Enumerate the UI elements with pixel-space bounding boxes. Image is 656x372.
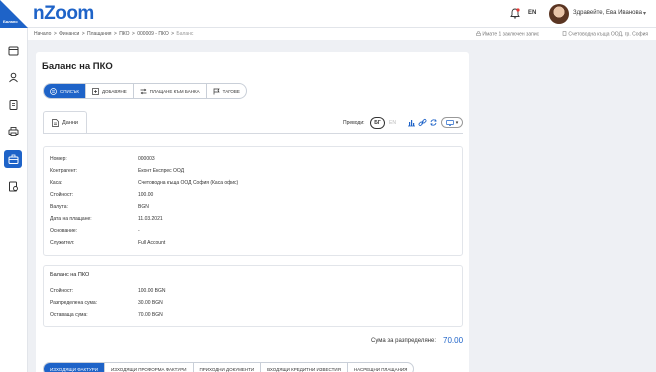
add-icon bbox=[92, 87, 99, 95]
lock-icon bbox=[476, 31, 481, 36]
detail-value: - bbox=[138, 228, 140, 234]
detail-value: 11.03.2021 bbox=[138, 216, 163, 222]
tab-data-label: Данни bbox=[62, 119, 78, 126]
locked-records-info[interactable]: Имате 1 заключен запис bbox=[476, 31, 539, 38]
calendar-icon[interactable] bbox=[6, 43, 20, 57]
breadcrumb-item[interactable]: ПКО bbox=[119, 31, 129, 37]
breadcrumb-item[interactable]: Начало bbox=[34, 31, 51, 37]
report-icon[interactable] bbox=[6, 179, 20, 193]
detail-label: Валута: bbox=[50, 204, 68, 210]
building-icon bbox=[562, 31, 567, 36]
clipboard-icon[interactable] bbox=[6, 97, 20, 111]
tab-outgoing-proforma-invoices[interactable]: ИЗХОДЯЩИ ПРОФОРМА ФАКТУРИ bbox=[105, 363, 194, 372]
breadcrumb-separator: > bbox=[113, 31, 117, 37]
breadcrumb: Начало > Финанси > Плащания > ПКО > 0000… bbox=[34, 31, 193, 37]
chevron-down-icon: ▾ bbox=[455, 119, 459, 126]
breadcrumb-separator: > bbox=[131, 31, 135, 37]
bank-transfer-icon bbox=[140, 88, 147, 94]
display-options-button[interactable]: ▾ bbox=[441, 117, 463, 128]
detail-label: Дата на плащане: bbox=[50, 216, 92, 222]
tab-data[interactable]: Данни bbox=[43, 111, 87, 133]
printer-icon[interactable] bbox=[6, 124, 20, 138]
details-box bbox=[43, 146, 463, 256]
list-icon bbox=[50, 87, 57, 95]
tags-button-label: ТАГОВЕ bbox=[222, 88, 240, 94]
cashbox-icon[interactable] bbox=[4, 150, 22, 168]
action-button-group: СПИСЪК ДОБАВЯНЕ ПЛАЩАНЕ КЪМ БАНКА ТАГОВЕ bbox=[43, 83, 247, 99]
detail-label: Основание: bbox=[50, 228, 78, 234]
breadcrumb-item[interactable]: 000009 - ПКО bbox=[137, 31, 168, 37]
chevron-down-icon[interactable]: ▾ bbox=[643, 10, 646, 17]
balance-title: Баланс на ПКО bbox=[50, 272, 90, 278]
breadcrumb-separator: > bbox=[53, 31, 57, 37]
detail-value: BGN bbox=[138, 204, 149, 210]
detail-label: Служител: bbox=[50, 240, 75, 246]
balance-value: 70.00 BGN bbox=[138, 312, 163, 318]
detail-label: Номер: bbox=[50, 156, 67, 162]
chart-icon[interactable] bbox=[407, 118, 416, 127]
page-title: Баланс на ПКО bbox=[42, 61, 113, 72]
amount-to-distribute-value: 70.00 bbox=[443, 336, 464, 345]
sync-icon[interactable] bbox=[429, 118, 438, 127]
translation-bg-button[interactable]: БГ bbox=[370, 117, 385, 129]
translation-en-button[interactable]: EN bbox=[389, 120, 396, 126]
document-icon bbox=[52, 118, 59, 127]
add-button[interactable]: ДОБАВЯНЕ bbox=[86, 84, 134, 98]
corner-badge: Балано bbox=[0, 0, 28, 28]
detail-value: Счетоводна къща ООД София (Каса офис) bbox=[138, 180, 239, 186]
detail-value: Full Account bbox=[138, 240, 166, 246]
list-button[interactable]: СПИСЪК bbox=[44, 84, 86, 98]
detail-value: 000003 bbox=[138, 156, 155, 162]
breadcrumb-item[interactable]: Плащания bbox=[87, 31, 111, 37]
bank-payment-button[interactable]: ПЛАЩАНЕ КЪМ БАНКА bbox=[134, 84, 207, 98]
tab-counter-payments[interactable]: НАСРЕЩНИ ПЛАЩАНИЯ bbox=[348, 363, 414, 372]
balance-box bbox=[43, 265, 463, 327]
detail-label: Стойност: bbox=[50, 192, 74, 198]
tab-incoming-credit-notes[interactable]: ВХОДЯЩИ КРЕДИТНИ ИЗВЕСТИЯ bbox=[261, 363, 348, 372]
company-info: Счетоводна къща ООД, гр. София bbox=[562, 31, 648, 38]
tab-divider bbox=[43, 133, 463, 134]
company-text: Счетоводна къща ООД, гр. София bbox=[568, 31, 649, 38]
bell-icon[interactable] bbox=[510, 8, 520, 19]
balance-label: Разпределена сума: bbox=[50, 300, 98, 306]
app-logo[interactable]: nZoom bbox=[33, 3, 94, 25]
tab-income-documents[interactable]: ПРИХОДНИ ДОКУМЕНТИ bbox=[194, 363, 262, 372]
detail-value: 100.00 bbox=[138, 192, 154, 198]
flag-icon bbox=[213, 88, 220, 94]
translations-label: Преводи: bbox=[343, 120, 365, 126]
language-switch[interactable]: EN bbox=[528, 10, 536, 16]
balance-value: 100.00 BGN bbox=[138, 288, 166, 294]
amount-to-distribute-label: Сума за разпределяне: bbox=[371, 338, 437, 344]
balance-label: Оставаща сума: bbox=[50, 312, 88, 318]
document-tabs: ИЗХОДЯЩИ ФАКТУРИ ИЗХОДЯЩИ ПРОФОРМА ФАКТУ… bbox=[43, 362, 415, 372]
balance-label: Стойност: bbox=[50, 288, 74, 294]
avatar[interactable] bbox=[549, 4, 569, 24]
bank-payment-button-label: ПЛАЩАНЕ КЪМ БАНКА bbox=[149, 88, 200, 94]
add-button-label: ДОБАВЯНЕ bbox=[102, 88, 127, 94]
breadcrumb-current: Баланс bbox=[176, 31, 194, 37]
breadcrumb-item[interactable]: Финанси bbox=[59, 31, 79, 37]
tags-button[interactable]: ТАГОВЕ bbox=[207, 84, 246, 98]
user-name[interactable]: Здравейте, Ева Иванова bbox=[573, 10, 642, 16]
detail-label: Контрагент: bbox=[50, 168, 78, 174]
list-button-label: СПИСЪК bbox=[60, 88, 79, 94]
link-icon[interactable] bbox=[418, 118, 427, 127]
corner-text: Балано bbox=[3, 19, 18, 24]
balance-value: 30.00 BGN bbox=[138, 300, 163, 306]
detail-value: Еконт Експрес ООД bbox=[138, 168, 185, 174]
monitor-icon bbox=[445, 119, 454, 126]
locked-records-text: Имате 1 заключен запис bbox=[482, 31, 540, 38]
user-icon[interactable] bbox=[6, 70, 20, 84]
detail-label: Каса: bbox=[50, 180, 63, 186]
breadcrumb-separator: > bbox=[81, 31, 85, 37]
tab-outgoing-invoices[interactable]: ИЗХОДЯЩИ ФАКТУРИ bbox=[44, 363, 105, 372]
breadcrumb-separator: > bbox=[171, 31, 175, 37]
